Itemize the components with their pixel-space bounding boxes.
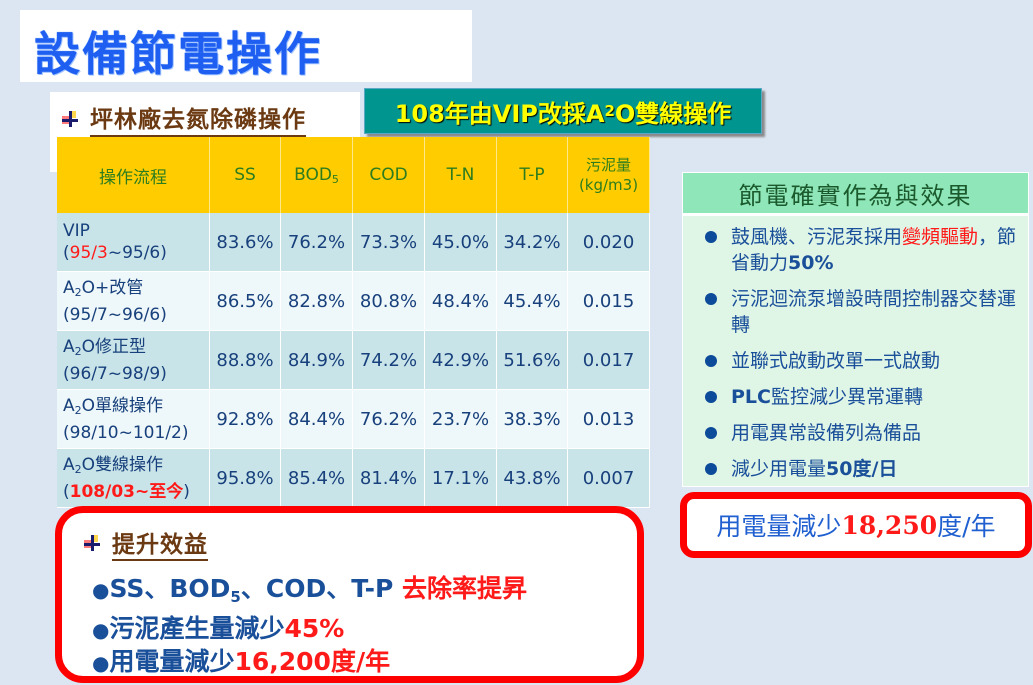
cell-cod: 81.4% xyxy=(352,448,425,508)
list-item: PLC監控減少異常運轉 xyxy=(705,384,1028,410)
table-row: A2O雙線操作 (108/03~至今) 95.8% 85.4% 81.4% 17.1% 43… xyxy=(57,448,650,508)
bullet-dot-icon xyxy=(705,463,717,475)
benefit-list: ●SS、BOD5、COD、T-P 去除率提昇 ●污泥產生量減少45% ●用電量減… xyxy=(92,573,527,679)
cell-ss: 88.8% xyxy=(209,330,281,390)
cell-cod: 73.3% xyxy=(352,213,425,272)
cell-sludge: 0.017 xyxy=(567,330,650,390)
bullet-dot-icon xyxy=(705,427,717,439)
list-item: 減少用電量50度/日 xyxy=(705,456,1028,482)
cell-cod: 74.2% xyxy=(352,330,425,390)
cell-tn: 17.1% xyxy=(424,448,497,508)
header-cod: COD xyxy=(352,137,425,213)
cell-tp: 51.6% xyxy=(496,330,568,390)
panel-title: 節電確實作為與效果 xyxy=(683,173,1028,216)
benefit-item-removal: ●SS、BOD5、COD、T-P 去除率提昇 xyxy=(92,574,527,606)
bullet-dot-icon xyxy=(705,355,717,367)
bullet-dot-icon: ● xyxy=(92,578,110,602)
table-row: A2O單線操作 (98/10~101/2) 92.8% 84.4% 76.2% 23.7%… xyxy=(57,389,650,449)
savings-unit: 度/年 xyxy=(937,512,996,541)
cell-tn: 45.0% xyxy=(424,213,497,272)
header-tn: T-N xyxy=(424,137,497,213)
header-process: 操作流程 xyxy=(57,137,210,213)
header-ss: SS xyxy=(209,137,281,213)
banner-text-post: O雙線操作 xyxy=(614,99,732,128)
page-title: 設備節電操作 xyxy=(34,27,322,81)
table-row: VIP (95/3~95/6) 83.6% 76.2% 73.3% 45.0% 34.2% 0… xyxy=(57,213,650,272)
header-sludge: 污泥量 (kg/m3) xyxy=(567,137,650,213)
cell-bod: 82.8% xyxy=(280,271,353,331)
section-heading: 坪林廠去氮除磷操作 xyxy=(62,100,306,137)
cell-sludge: 0.007 xyxy=(567,448,650,508)
cross-bullet-icon xyxy=(84,535,100,551)
cross-bullet-icon xyxy=(62,110,78,127)
title-box: 設備節電操作 xyxy=(20,10,472,82)
cell-process: A2O單線操作 (98/10~101/2) xyxy=(57,389,210,449)
list-item: 用電異常設備列為備品 xyxy=(705,420,1028,446)
cell-ss: 95.8% xyxy=(209,448,281,508)
list-item: 並聯式啟動改單一式啟動 xyxy=(705,348,1028,374)
banner-subscript: 2 xyxy=(604,102,615,120)
cell-process: VIP (95/3~95/6) xyxy=(57,213,210,272)
banner-text-pre: 108年由VIP改採A xyxy=(394,99,605,128)
cell-process: A2O修正型 (96/7~98/9) xyxy=(57,330,210,390)
cell-sludge: 0.020 xyxy=(567,213,650,272)
cell-cod: 80.8% xyxy=(352,271,425,331)
benefit-item-sludge: ●污泥產生量減少45% xyxy=(92,614,345,643)
cell-tp: 34.2% xyxy=(496,213,568,272)
benefit-item-power: ●用電量減少16,200度/年 xyxy=(92,647,391,676)
savings-label: 用電量減少 xyxy=(716,512,842,541)
bullet-dot-icon xyxy=(705,231,717,243)
cell-bod: 76.2% xyxy=(280,213,353,272)
cell-tn: 42.9% xyxy=(424,330,497,390)
bullet-dot-icon: ● xyxy=(92,618,110,642)
bullet-dot-icon xyxy=(705,293,717,305)
cell-bod: 84.4% xyxy=(280,389,353,449)
power-saving-panel: 節電確實作為與效果 鼓風機、污泥泵採用變頻驅動，節省動力50% 污泥迴流泵增設時間… xyxy=(682,172,1029,487)
benefit-label: 提升效益 xyxy=(112,525,208,561)
section-label: 坪林廠去氮除磷操作 xyxy=(90,100,306,137)
cell-bod: 84.9% xyxy=(280,330,353,390)
header-bod: BOD5 xyxy=(280,137,353,213)
power-saving-list: 鼓風機、污泥泵採用變頻驅動，節省動力50% 污泥迴流泵增設時間控制器交替運轉並聯式… xyxy=(683,216,1028,482)
cell-tp: 45.4% xyxy=(496,271,568,331)
benefit-box: 提升效益 ●SS、BOD5、COD、T-P 去除率提昇 ●污泥產生量減少45% … xyxy=(55,506,644,683)
list-item: 鼓風機、污泥泵採用變頻驅動，節省動力50% xyxy=(705,224,1028,276)
savings-value: 18,250 xyxy=(841,510,938,540)
cell-process: A2O+改管 (95/7~96/6) xyxy=(57,271,210,331)
cell-bod: 85.4% xyxy=(280,448,353,508)
benefit-heading: 提升效益 xyxy=(84,525,208,561)
list-item: 污泥迴流泵增設時間控制器交替運轉 xyxy=(705,286,1028,338)
cell-sludge: 0.015 xyxy=(567,271,650,331)
header-tp: T-P xyxy=(496,137,568,213)
bullet-dot-icon xyxy=(705,391,717,403)
cell-ss: 86.5% xyxy=(209,271,281,331)
performance-table: 操作流程 SS BOD5 COD T-N T-P 污泥量 (kg/m3) VIP(… xyxy=(57,137,650,508)
cell-tn: 48.4% xyxy=(424,271,497,331)
cell-sludge: 0.013 xyxy=(567,389,650,449)
table-row: A2O+改管 (95/7~96/6) 86.5% 82.8% 80.8% 48.4% 45.… xyxy=(57,271,650,331)
table-header-row: 操作流程 SS BOD5 COD T-N T-P 污泥量 (kg/m3) xyxy=(57,137,650,213)
cell-cod: 76.2% xyxy=(352,389,425,449)
cell-ss: 92.8% xyxy=(209,389,281,449)
cell-tn: 23.7% xyxy=(424,389,497,449)
table-row: A2O修正型 (96/7~98/9) 88.8% 84.9% 74.2% 42.9% 51.… xyxy=(57,330,650,390)
cell-tp: 38.3% xyxy=(496,389,568,449)
operation-banner: 108年由VIP改採A 2 O雙線操作 xyxy=(364,88,762,134)
cell-tp: 43.8% xyxy=(496,448,568,508)
annual-savings-box: 用電量減少 18,250 度/年 xyxy=(680,492,1032,558)
cell-ss: 83.6% xyxy=(209,213,281,272)
bullet-dot-icon: ● xyxy=(92,651,110,675)
cell-process: A2O雙線操作 (108/03~至今) xyxy=(57,448,210,508)
